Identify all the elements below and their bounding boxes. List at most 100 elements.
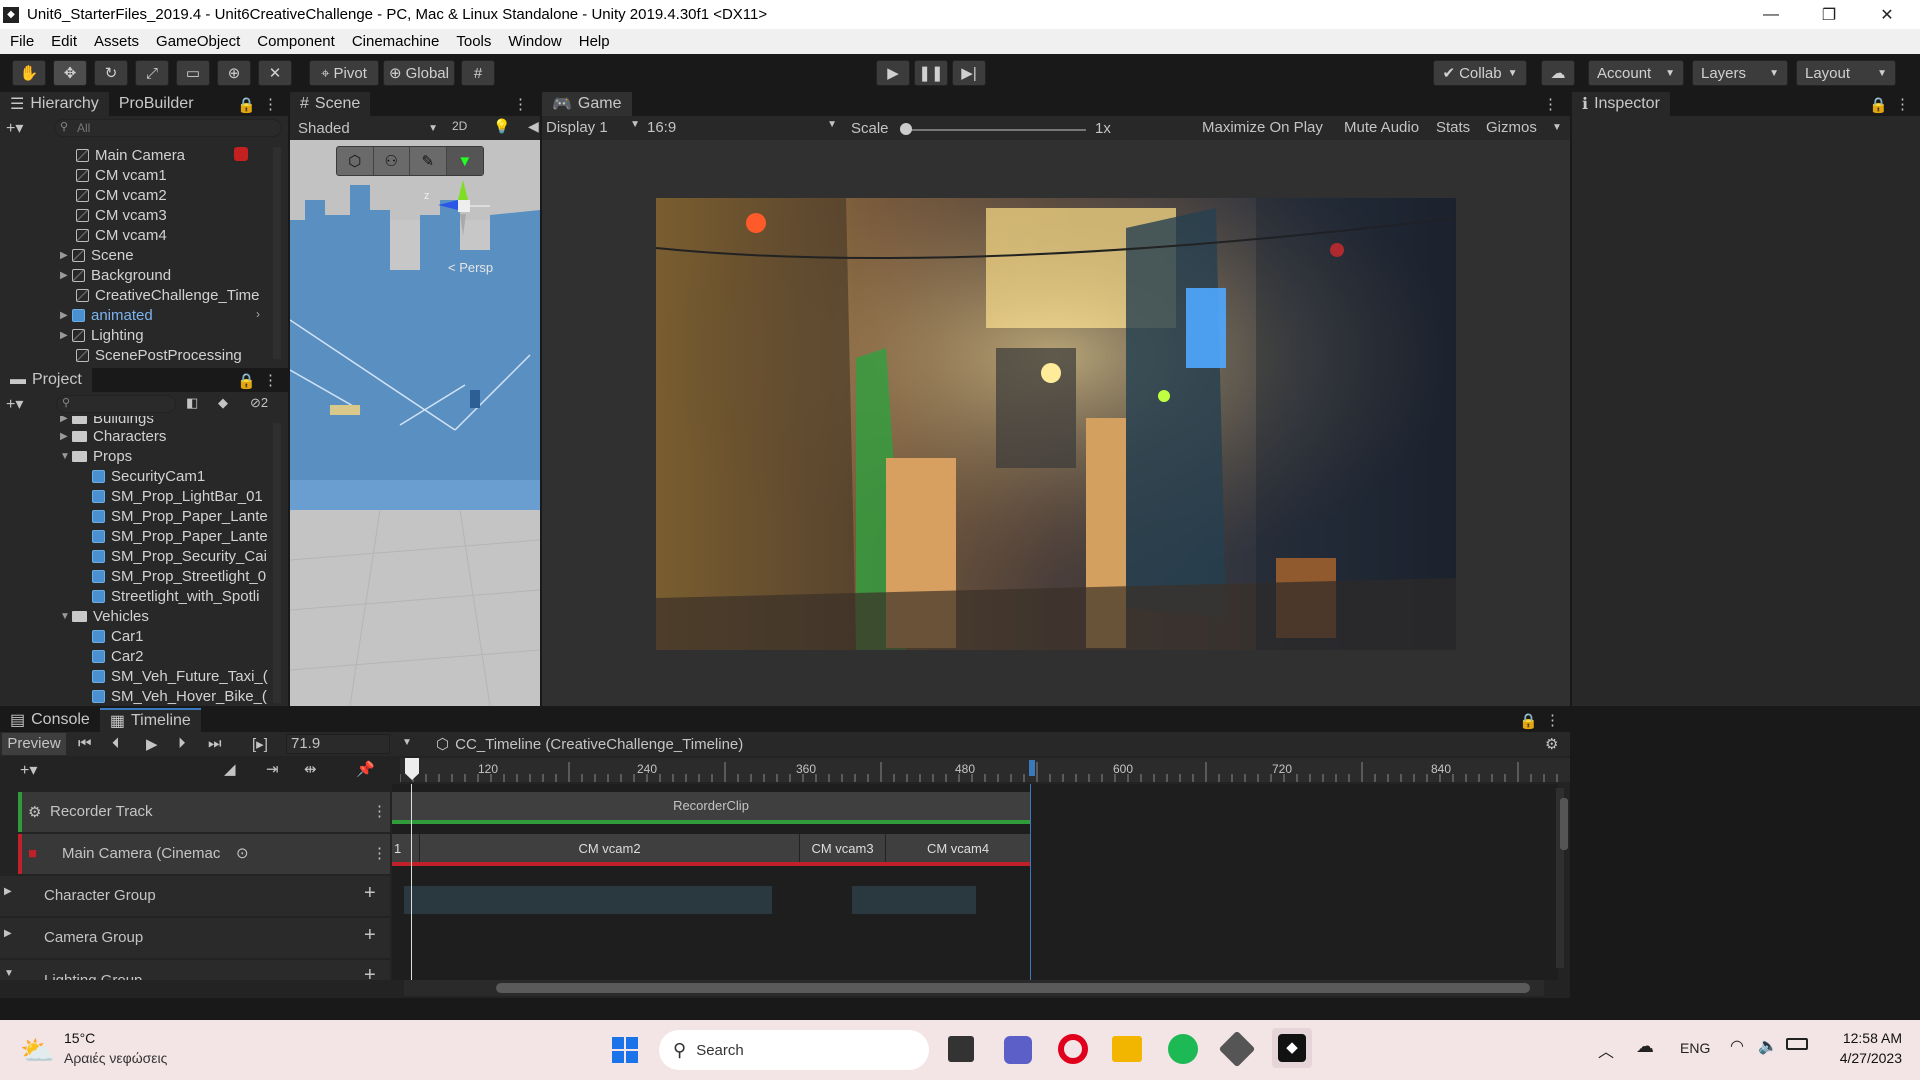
- lock-icon[interactable]: 🔒: [1519, 712, 1538, 730]
- menu-cinemachine[interactable]: Cinemachine: [352, 33, 440, 50]
- project-item[interactable]: SM_Prop_LightBar_01: [92, 486, 263, 506]
- menu-component[interactable]: Component: [257, 33, 335, 50]
- more-menu-icon[interactable]: ⋮: [1543, 95, 1558, 113]
- pen-icon[interactable]: ✎: [410, 147, 447, 175]
- chevron-up-icon[interactable]: ︿: [1598, 1038, 1614, 1062]
- transform-tool-icon[interactable]: ⊕: [217, 60, 251, 86]
- project-item[interactable]: ▶ Characters: [60, 426, 166, 446]
- recorder-track-header[interactable]: ⚙ Recorder Track ⋮: [18, 792, 390, 832]
- vertex-select-icon[interactable]: ▼: [446, 147, 483, 175]
- clock-date[interactable]: 4/27/2023: [1830, 1050, 1902, 1066]
- project-item[interactable]: Car2: [92, 646, 144, 666]
- next-frame-icon[interactable]: ⏵: [178, 735, 186, 752]
- add-create-icon[interactable]: +▾: [6, 394, 23, 414]
- tab-project[interactable]: ▬ Project: [0, 368, 92, 392]
- lock-icon[interactable]: 🔒: [1869, 96, 1888, 114]
- scale-tool-icon[interactable]: ⤢: [135, 60, 169, 86]
- character-group-header[interactable]: ▶ Character Group +: [0, 876, 390, 916]
- maximize-button[interactable]: ❐: [1801, 0, 1857, 29]
- lighting-toggle-icon[interactable]: 💡: [493, 118, 510, 135]
- pivot-toggle[interactable]: ⌖ Pivot: [309, 60, 379, 86]
- grid-snap-icon[interactable]: #: [461, 60, 495, 86]
- language-indicator[interactable]: ENG: [1680, 1040, 1710, 1056]
- camera-clip[interactable]: 1: [392, 834, 420, 862]
- hierarchy-item[interactable]: CM vcam2: [76, 185, 167, 205]
- more-menu-icon[interactable]: ⋮: [263, 371, 278, 389]
- mute-audio-toggle[interactable]: Mute Audio: [1338, 118, 1425, 138]
- taskbar-search[interactable]: ⚲ Search: [659, 1030, 929, 1070]
- cube-shape-icon[interactable]: ⬡: [337, 147, 374, 175]
- track-menu-icon[interactable]: ⋮: [372, 802, 387, 820]
- layout-dropdown[interactable]: Layout ▼: [1796, 60, 1896, 86]
- hierarchy-item[interactable]: ▶ Background: [60, 265, 171, 285]
- add-icon[interactable]: +: [364, 964, 376, 980]
- more-menu-icon[interactable]: ⋮: [1895, 95, 1910, 113]
- goto-end-icon[interactable]: ⏭: [208, 735, 222, 752]
- onedrive-icon[interactable]: ☁: [1636, 1036, 1654, 1057]
- menu-edit[interactable]: Edit: [51, 33, 77, 50]
- settings-gear-icon[interactable]: ⚙: [1545, 735, 1558, 753]
- project-item[interactable]: ▼ Vehicles: [60, 606, 149, 626]
- filter-label-icon[interactable]: ◆: [218, 395, 228, 411]
- layers-dropdown[interactable]: Layers ▼: [1692, 60, 1788, 86]
- gizmos-toggle[interactable]: Gizmos: [1480, 118, 1543, 138]
- project-item[interactable]: SM_Prop_Paper_Lante: [92, 506, 268, 526]
- cloud-icon[interactable]: ☁: [1541, 60, 1575, 86]
- project-item[interactable]: SM_Veh_Hover_Bike_(: [92, 686, 267, 706]
- project-item[interactable]: SM_Veh_Future_Taxi_(: [92, 666, 268, 686]
- ripple-edit-icon[interactable]: ◢: [224, 760, 236, 778]
- hierarchy-item[interactable]: ▶ Scene: [60, 245, 134, 265]
- track-menu-icon[interactable]: ⋮: [372, 844, 387, 862]
- windows-start-icon[interactable]: [612, 1037, 638, 1063]
- add-icon[interactable]: +: [364, 924, 376, 947]
- scale-slider[interactable]: [904, 129, 1086, 131]
- 2d-toggle[interactable]: 2D: [452, 119, 467, 133]
- unity-editor-taskbar-button[interactable]: ◆: [1272, 1028, 1312, 1068]
- weather-desc[interactable]: Αραιές νεφώσεις: [64, 1050, 167, 1066]
- menu-assets[interactable]: Assets: [94, 33, 139, 50]
- timeline-hscroll-thumb[interactable]: [496, 983, 1530, 993]
- prefab-open-icon[interactable]: ›: [256, 307, 260, 321]
- rotate-tool-icon[interactable]: ↻: [94, 60, 128, 86]
- frame-dropdown-icon[interactable]: ▼: [402, 737, 412, 748]
- axis-gizmo[interactable]: [418, 180, 518, 260]
- preview-toggle[interactable]: Preview: [2, 733, 66, 755]
- stats-toggle[interactable]: Stats: [1430, 118, 1476, 138]
- menu-help[interactable]: Help: [579, 33, 610, 50]
- move-tool-icon[interactable]: ✥: [53, 60, 87, 86]
- snap-icon[interactable]: ⇥: [266, 760, 279, 778]
- hierarchy-item[interactable]: CreativeChallenge_Time: [76, 285, 260, 305]
- lock-icon[interactable]: 🔒: [237, 372, 256, 390]
- tab-timeline[interactable]: ▦ Timeline: [99, 708, 201, 732]
- tab-probuilder[interactable]: ProBuilder: [109, 92, 204, 116]
- replace-icon[interactable]: ⇹: [304, 760, 317, 778]
- prev-frame-icon[interactable]: ⏴: [112, 735, 120, 752]
- hierarchy-item[interactable]: ▶ Lighting: [60, 325, 144, 345]
- hand-tool-icon[interactable]: ✋: [12, 60, 46, 86]
- hierarchy-item[interactable]: ScenePostProcessing: [76, 345, 242, 365]
- more-menu-icon[interactable]: ⋮: [1545, 711, 1560, 729]
- weather-icon[interactable]: ⛅: [20, 1034, 55, 1067]
- scale-slider-thumb[interactable]: [900, 123, 912, 135]
- collab-button[interactable]: ✔ Collab ▼: [1433, 60, 1527, 86]
- hierarchy-search-input[interactable]: All: [54, 119, 282, 137]
- project-scrollbar[interactable]: [273, 423, 281, 703]
- camera-clip[interactable]: CM vcam2: [420, 834, 800, 862]
- pin-icon[interactable]: 📌: [356, 760, 375, 778]
- tab-game[interactable]: 🎮 Game: [542, 92, 632, 116]
- tab-hierarchy[interactable]: ☰ Hierarchy: [0, 92, 109, 116]
- hierarchy-scrollbar[interactable]: [273, 147, 281, 359]
- custom-tool-icon[interactable]: ✕: [258, 60, 292, 86]
- hidden-packages-icon[interactable]: ⊘2: [250, 395, 268, 411]
- tab-console[interactable]: ▤ Console: [0, 708, 100, 732]
- lock-icon[interactable]: 🔒: [237, 96, 256, 114]
- minimize-button[interactable]: —: [1743, 0, 1799, 29]
- project-item[interactable]: SM_Prop_Streetlight_0: [92, 566, 266, 586]
- lighting-group-header[interactable]: ▼ Lighting Group +: [0, 960, 390, 980]
- timeline-vscroll-thumb[interactable]: [1560, 798, 1568, 850]
- battery-icon[interactable]: [1786, 1038, 1808, 1050]
- camera-clip[interactable]: CM vcam3: [800, 834, 886, 862]
- goto-start-icon[interactable]: ⏮: [78, 735, 92, 752]
- camera-group-header[interactable]: ▶ Camera Group +: [0, 918, 390, 958]
- step-button[interactable]: ▶|: [952, 60, 986, 86]
